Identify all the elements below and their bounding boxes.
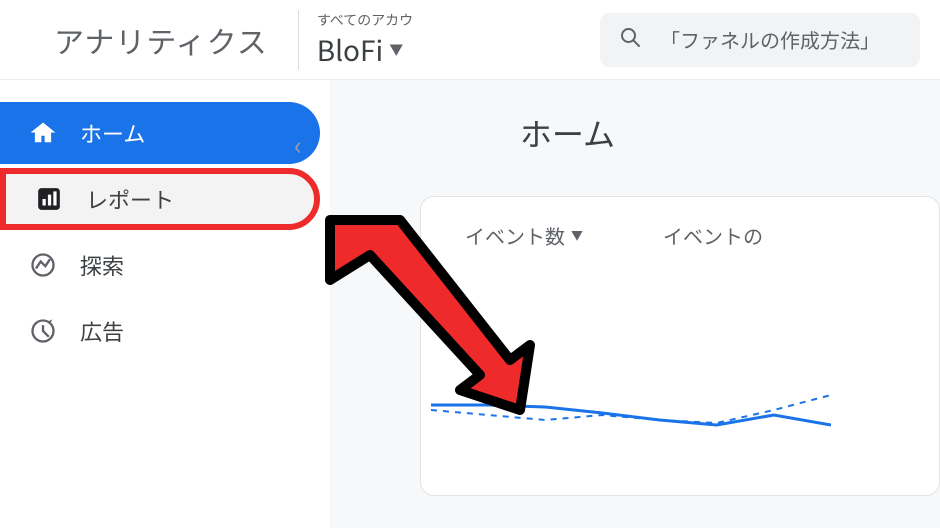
bar-chart-icon — [34, 186, 64, 212]
account-scope-label: すべてのアカウ — [317, 10, 413, 30]
caret-down-icon: ▼ — [389, 40, 403, 60]
chevron-left-icon[interactable]: ‹ — [294, 126, 302, 163]
sidebar-item-explore[interactable]: 探索 — [0, 234, 320, 296]
home-icon — [28, 120, 58, 146]
ads-icon — [28, 317, 58, 345]
ga-logo — [20, 23, 54, 57]
sidebar: ホーム レポート 探索 広告 — [0, 80, 330, 528]
sidebar-item-ads[interactable]: 広告 — [0, 300, 320, 362]
metric-dropdown-1[interactable]: イベント数 ▼ — [465, 221, 583, 250]
sidebar-item-label: 広告 — [80, 315, 124, 347]
main-content: ホーム ‹ イベント数 ▼ イベントの — [330, 80, 940, 528]
search-box[interactable]: 「ファネルの作成方法」 — [600, 13, 920, 67]
line-chart — [431, 365, 831, 465]
search-icon — [618, 25, 642, 54]
sidebar-item-label: ホーム — [80, 117, 145, 149]
caret-down-icon: ▼ — [571, 227, 583, 244]
metrics-card: イベント数 ▼ イベントの — [420, 196, 940, 496]
sidebar-item-label: レポート — [86, 183, 174, 215]
account-name: BloFi — [317, 30, 383, 70]
topbar: アナリティクス すべてのアカウ BloFi ▼ 「ファネルの作成方法」 — [0, 0, 940, 80]
account-selector[interactable]: すべてのアカウ BloFi ▼ — [298, 10, 413, 70]
metric-dropdown-2[interactable]: イベントの — [663, 221, 763, 250]
sidebar-item-home[interactable]: ホーム — [0, 102, 320, 164]
page-title: ホーム — [410, 110, 940, 156]
sidebar-item-reports[interactable]: レポート — [0, 168, 320, 230]
search-placeholder: 「ファネルの作成方法」 — [660, 25, 880, 54]
metric-label: イベント数 — [465, 221, 565, 250]
sidebar-item-label: 探索 — [80, 249, 124, 281]
metric-label: イベントの — [663, 221, 763, 250]
explore-icon — [28, 251, 58, 279]
app-title: アナリティクス — [54, 18, 268, 62]
